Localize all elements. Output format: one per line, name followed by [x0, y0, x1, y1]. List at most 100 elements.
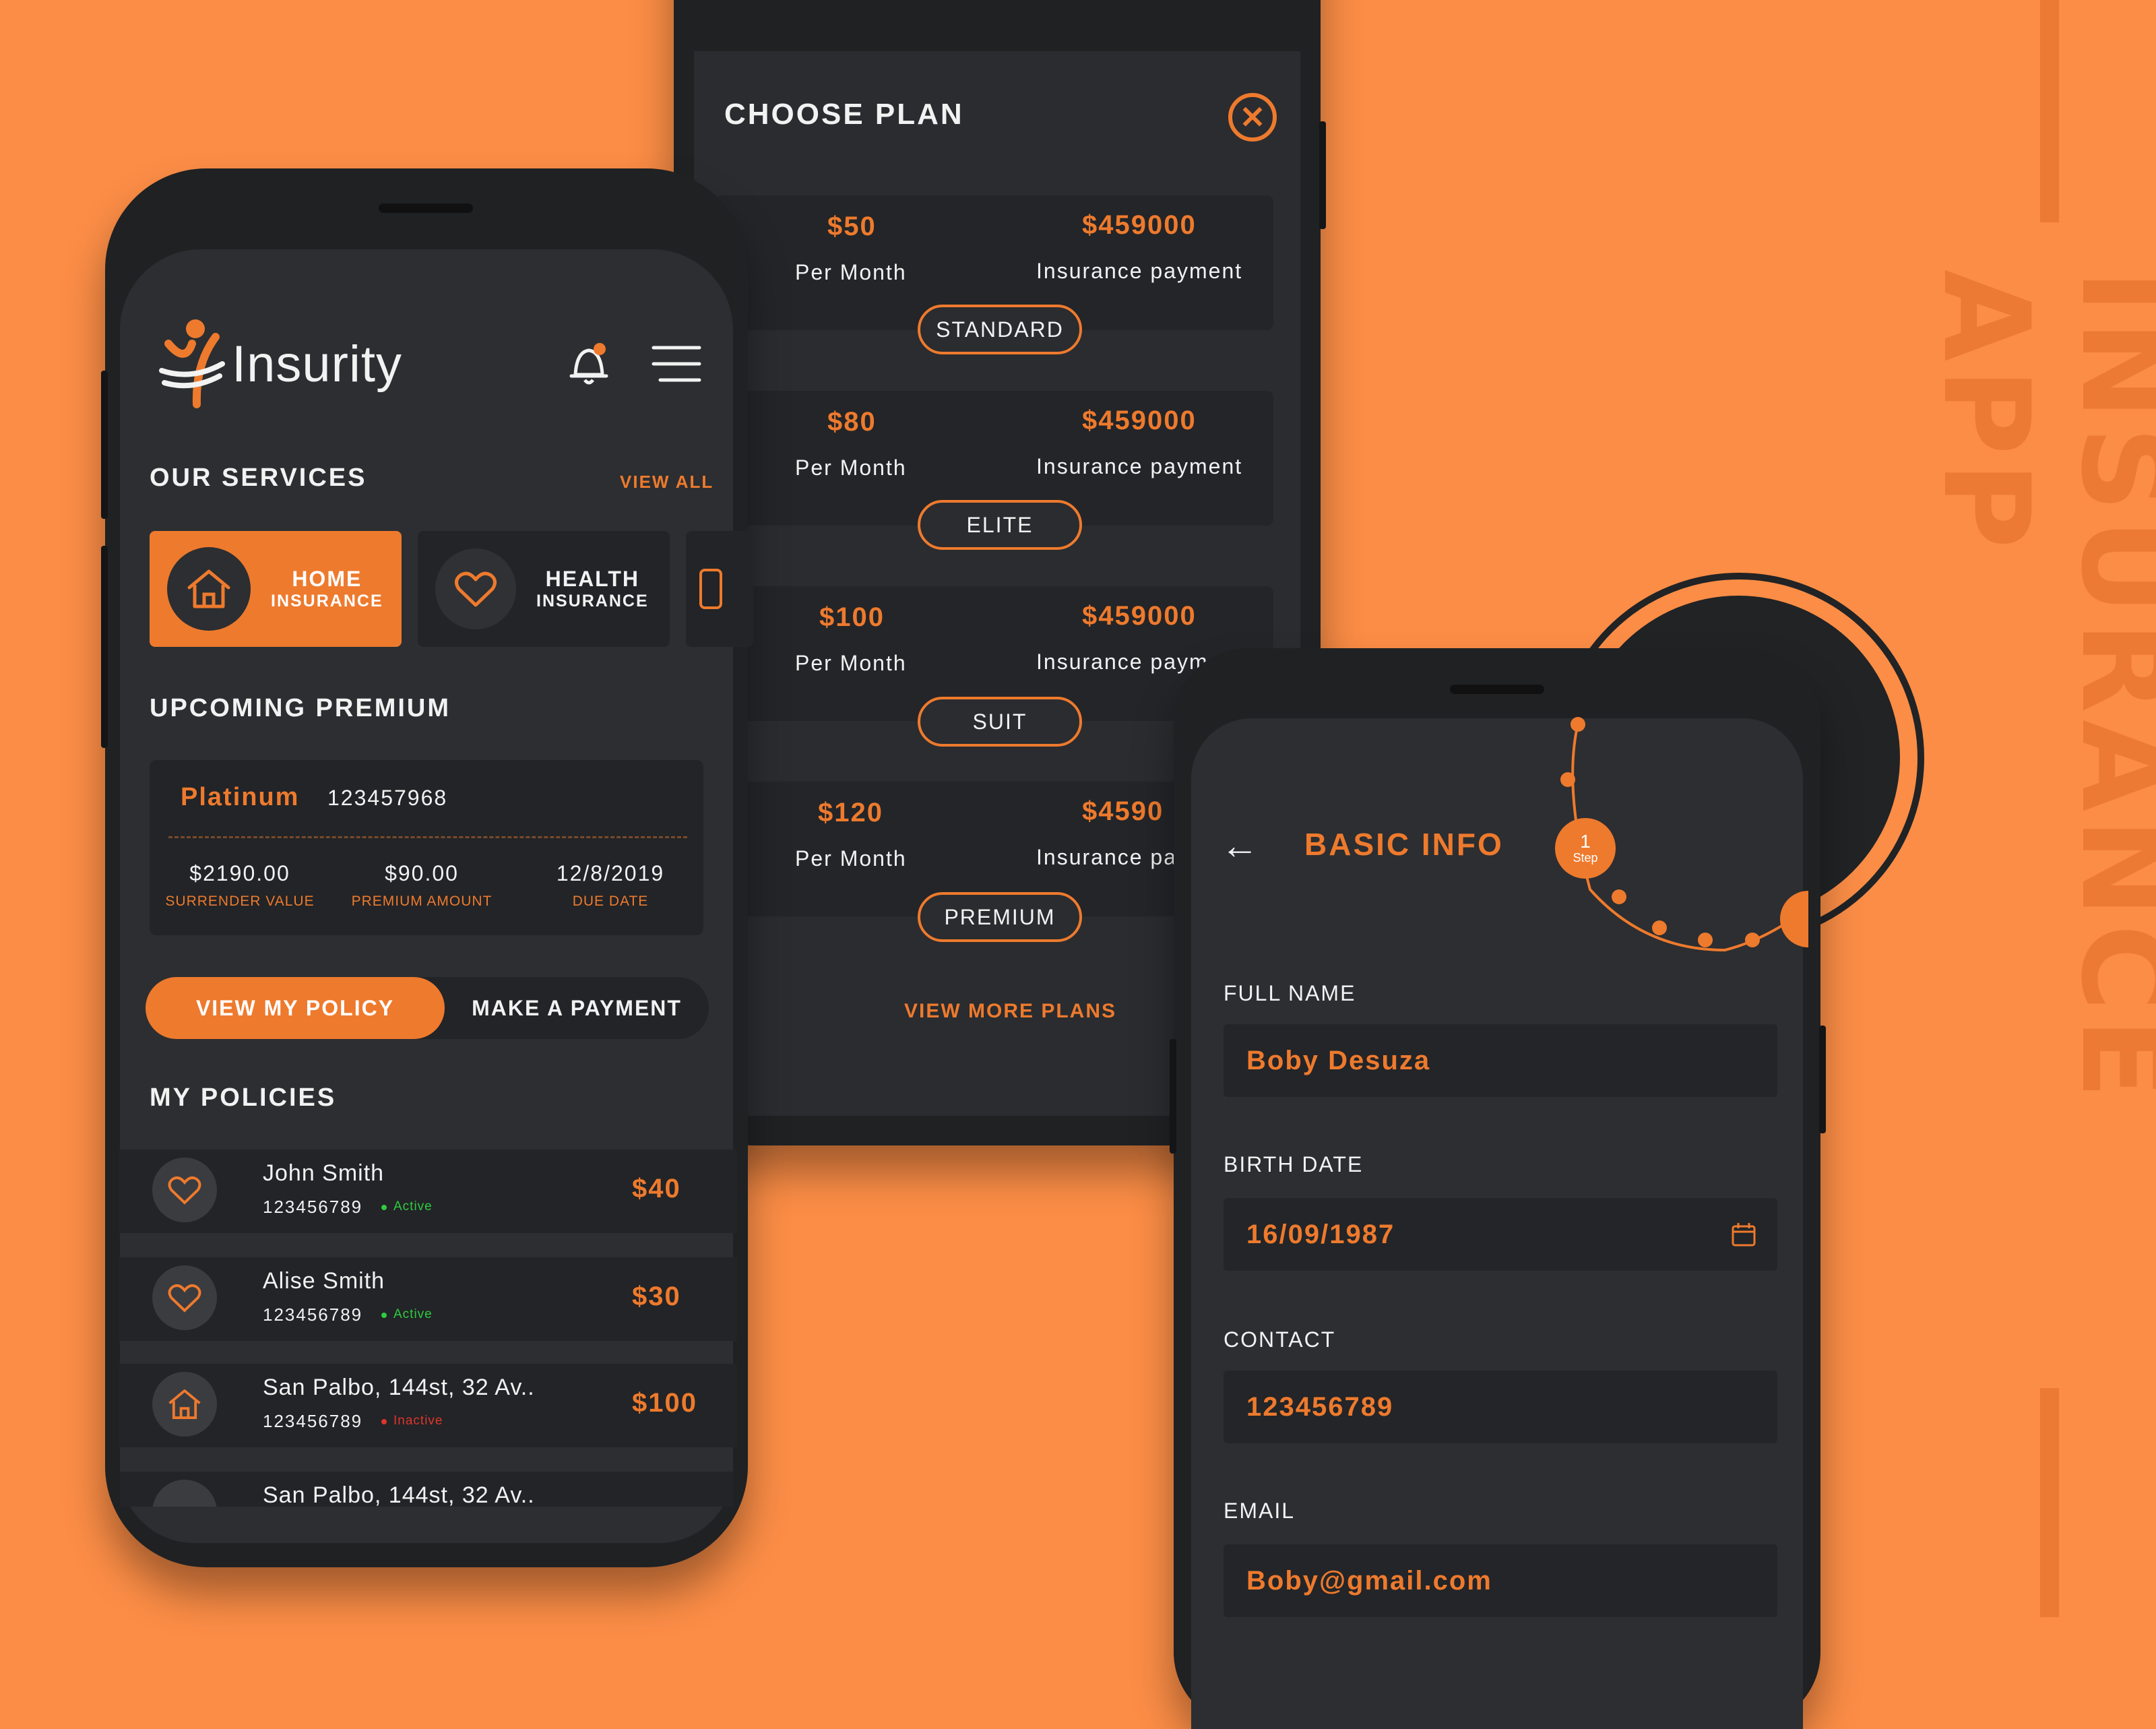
step-dot: [1652, 920, 1667, 935]
side-button: [101, 371, 108, 519]
service-card-home[interactable]: HOME INSURANCE: [150, 531, 402, 647]
plan-coverage: $459000: [1082, 601, 1197, 631]
plan-period: Per Month: [795, 455, 907, 480]
plan-coverage-label: Insurance paym: [1036, 650, 1209, 674]
full-name-label: FULL NAME: [1224, 981, 1356, 1005]
home-icon: [167, 547, 251, 631]
step-dot: [1571, 717, 1585, 732]
logo-text: Insurity: [232, 335, 402, 393]
premium-amount-label: PREMIUM AMOUNT: [351, 893, 493, 909]
policy-name: San Palbo, 144st, 32 Av..: [263, 1375, 535, 1400]
service-card-health[interactable]: HEALTH INSURANCE: [418, 531, 670, 647]
service-label: HOME INSURANCE: [271, 567, 383, 611]
plan-period: Per Month: [795, 651, 907, 675]
service-label-line2: INSURANCE: [271, 592, 383, 610]
plan-button-premium[interactable]: PREMIUM: [918, 892, 1082, 942]
status-badge: Active: [393, 1307, 433, 1321]
speaker: [379, 203, 473, 213]
view-more-plans-link[interactable]: VIEW MORE PLANS: [904, 1000, 1116, 1023]
heart-icon: [435, 548, 516, 629]
contact-label: CONTACT: [1224, 1327, 1336, 1352]
birth-date-field[interactable]: 16/09/1987: [1224, 1198, 1777, 1271]
heart-icon: [152, 1265, 217, 1330]
step-number: 1: [1580, 830, 1591, 852]
side-line-bottom: [2040, 1388, 2059, 1617]
service-label-line2: INSURANCE: [536, 592, 649, 610]
plan-coverage-label: Insurance payment: [1036, 259, 1243, 283]
status-dot: [381, 1313, 387, 1318]
plan-coverage-label: Insurance pa: [1036, 845, 1178, 869]
side-line-top: [2040, 0, 2059, 222]
premium-amount: $90.00: [385, 861, 459, 885]
app-logo: Insurity: [155, 317, 402, 411]
speaker: [1450, 685, 1544, 694]
plan-coverage: $459000: [1082, 406, 1197, 435]
side-button: [1170, 1039, 1176, 1154]
plan-price: $80: [827, 407, 877, 437]
upcoming-premium-title: UPCOMING PREMIUM: [150, 694, 451, 722]
policy-amount: $40: [632, 1174, 681, 1203]
policy-name: San Palbo, 144st, 32 Av..: [263, 1482, 535, 1507]
premium-divider: [168, 836, 687, 838]
plan-button-standard[interactable]: STANDARD: [918, 305, 1082, 354]
services-title: OUR SERVICES: [150, 464, 367, 492]
service-label-line1: HOME: [292, 567, 362, 591]
basic-info-title: BASIC INFO: [1304, 827, 1504, 862]
side-title: INSURANCE APP: [1917, 270, 2156, 1106]
service-label: HEALTH INSURANCE: [536, 567, 649, 611]
email-label: EMAIL: [1224, 1499, 1296, 1523]
service-label-line1: HEALTH: [545, 567, 639, 591]
plan-button-elite[interactable]: ELITE: [918, 500, 1082, 550]
status-badge: Active: [393, 1199, 433, 1214]
calendar-icon[interactable]: [1730, 1221, 1757, 1248]
full-name-field[interactable]: Boby Desuza: [1224, 1024, 1777, 1097]
step-dot: [1560, 772, 1575, 787]
step-dot: [1745, 933, 1760, 947]
plan-period: Per Month: [795, 846, 907, 871]
hamburger-menu-icon[interactable]: [651, 344, 702, 384]
view-all-link[interactable]: VIEW ALL: [620, 472, 714, 493]
policy-amount: $30: [632, 1282, 681, 1311]
step-next-indicator: [1780, 891, 1808, 947]
policy-name: John Smith: [263, 1160, 385, 1186]
premium-plan-name: Platinum: [181, 783, 300, 811]
status-dot: [381, 1419, 387, 1424]
surrender-value: $2190.00: [189, 861, 290, 885]
step-dot: [1612, 889, 1626, 904]
policy-id: 123456789: [263, 1304, 363, 1325]
plan-period: Per Month: [795, 260, 907, 284]
home-icon: [152, 1372, 217, 1437]
plan-coverage: $4590: [1082, 796, 1164, 826]
service-card-partial[interactable]: [686, 531, 753, 647]
policy-amount: $100: [632, 1388, 697, 1418]
arrow-left-icon[interactable]: ←: [1221, 823, 1259, 867]
policy-row-clip: San Palbo, 144st, 32 Av..: [120, 1472, 733, 1507]
plan-coverage: $459000: [1082, 210, 1197, 240]
plan-button-suit[interactable]: SUIT: [918, 697, 1082, 747]
due-date: 12/8/2019: [556, 861, 665, 885]
close-icon[interactable]: ✕: [1228, 93, 1277, 142]
plan-price: $120: [818, 798, 883, 827]
step-badge: 1 Step: [1555, 818, 1616, 879]
plan-coverage-label: Insurance payment: [1036, 454, 1243, 478]
due-date-label: DUE DATE: [572, 893, 649, 909]
view-my-policy-button[interactable]: VIEW MY POLICY: [146, 977, 445, 1039]
my-policies-title: MY POLICIES: [150, 1083, 337, 1112]
policy-name: Alise Smith: [263, 1268, 385, 1294]
side-button: [1319, 121, 1326, 229]
make-payment-button[interactable]: MAKE A PAYMENT: [445, 977, 709, 1039]
bell-icon[interactable]: [562, 337, 616, 391]
email-field[interactable]: Boby@gmail.com: [1224, 1544, 1777, 1617]
policy-id: 123456789: [263, 1411, 363, 1431]
status-dot: [381, 1205, 387, 1210]
choose-plan-title: CHOOSE PLAN: [724, 98, 964, 131]
premium-number: 123457968: [327, 786, 448, 810]
contact-field[interactable]: 123456789: [1224, 1371, 1777, 1443]
birth-date-label: BIRTH DATE: [1224, 1152, 1364, 1176]
plan-price: $50: [827, 212, 877, 241]
side-button: [101, 546, 108, 748]
step-dot: [1698, 933, 1713, 947]
birth-date-value: 16/09/1987: [1246, 1219, 1395, 1249]
plan-price: $100: [819, 602, 885, 632]
heart-icon: [152, 1158, 217, 1222]
